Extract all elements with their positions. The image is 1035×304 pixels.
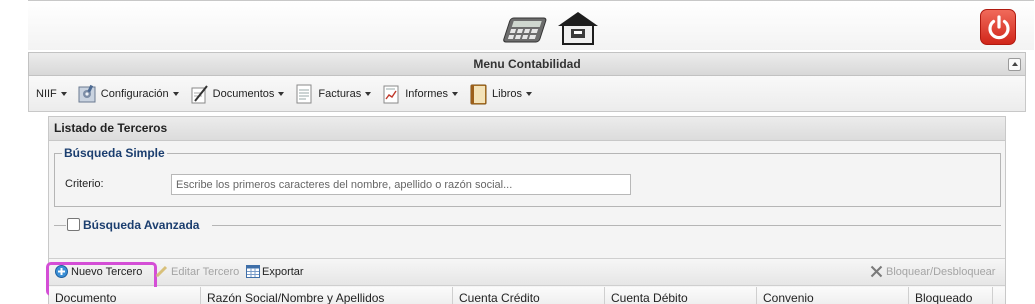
menu-item-label: NIIF <box>36 87 57 100</box>
column-header[interactable]: Cuenta Crédito <box>453 287 605 304</box>
power-icon <box>988 15 1010 40</box>
caret-down-icon <box>365 91 372 96</box>
menu-item-label: Documentos <box>212 87 275 100</box>
menu-item-configuracion[interactable]: Configuración <box>77 83 179 105</box>
menu-item-documentos[interactable]: Documentos <box>189 83 285 105</box>
menu-item-facturas[interactable]: Facturas <box>294 83 372 105</box>
block-unblock-button[interactable]: Bloquear/Desbloquear <box>870 265 995 278</box>
advanced-search-label[interactable]: Búsqueda Avanzada <box>83 218 199 232</box>
grid-header: Documento Razón Social/Nombre y Apellido… <box>49 287 1005 304</box>
book-icon <box>468 83 488 105</box>
collapse-button[interactable] <box>1008 58 1021 71</box>
criteria-input[interactable] <box>171 174 631 195</box>
pencil-icon <box>155 265 168 278</box>
panel-title: Listado de Terceros <box>49 117 1005 141</box>
invoice-icon <box>294 83 314 105</box>
power-button[interactable] <box>980 9 1016 45</box>
caret-down-icon <box>278 91 285 96</box>
divider <box>54 225 66 226</box>
menu-item-label: Configuración <box>100 87 169 100</box>
top-bar <box>28 0 1034 50</box>
column-header[interactable]: Documento <box>49 287 201 304</box>
terceros-panel: Listado de Terceros Búsqueda Simple Crit… <box>46 116 1006 304</box>
caret-down-icon <box>60 91 67 96</box>
block-unblock-label: Bloquear/Desbloquear <box>886 265 996 278</box>
column-header[interactable]: Bloqueado <box>909 287 993 304</box>
caret-down-icon <box>525 91 532 96</box>
simple-search-fieldset: Búsqueda Simple Criterio: <box>54 146 1001 207</box>
column-spacer <box>993 287 1005 304</box>
export-label: Exportar <box>262 265 304 278</box>
spreadsheet-icon <box>246 265 260 278</box>
edit-tercero-button[interactable]: Editar Tercero <box>155 265 239 278</box>
menu-title: Menu Contabilidad <box>473 57 581 71</box>
column-header[interactable]: Razón Social/Nombre y Apellidos <box>201 287 453 304</box>
document-edit-icon <box>189 83 209 105</box>
grid-toolbar: Nuevo Tercero Editar Tercero Exportar Bl… <box>46 258 1005 296</box>
caret-down-icon <box>172 91 179 96</box>
export-button[interactable]: Exportar <box>246 265 304 278</box>
column-header[interactable]: Cuenta Débito <box>605 287 757 304</box>
menu-item-label: Informes <box>405 87 449 100</box>
calculator-home-icon <box>498 8 608 46</box>
criteria-label: Criterio: <box>65 178 104 190</box>
settings-icon <box>77 83 97 105</box>
menu-item-niif[interactable]: NIIF <box>36 88 67 100</box>
advanced-search-checkbox[interactable] <box>67 218 80 231</box>
advanced-search-section: Búsqueda Avanzada <box>54 217 1001 235</box>
menu-item-label: Facturas <box>318 87 362 100</box>
column-header[interactable]: Convenio <box>757 287 909 304</box>
new-tercero-button[interactable]: Nuevo Tercero <box>46 262 157 296</box>
menu-bar: NIIF Configuración Documentos Facturas I… <box>28 76 1026 112</box>
menu-item-libros[interactable]: Libros <box>468 83 532 105</box>
caret-down-icon <box>452 91 459 96</box>
menu-header: Menu Contabilidad <box>28 52 1026 76</box>
report-icon <box>381 83 401 105</box>
simple-search-legend: Búsqueda Simple <box>64 146 165 160</box>
menu-item-informes[interactable]: Informes <box>381 83 459 105</box>
edit-tercero-label: Editar Tercero <box>171 265 240 278</box>
divider <box>212 225 1001 226</box>
menu-item-label: Libros <box>492 87 522 100</box>
close-x-icon <box>870 265 883 278</box>
